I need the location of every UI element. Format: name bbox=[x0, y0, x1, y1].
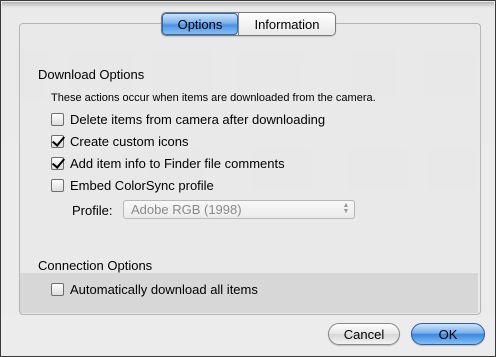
create-custom-icons-option[interactable]: Create custom icons bbox=[51, 133, 189, 149]
embed-colorsync-checkbox[interactable] bbox=[51, 178, 64, 192]
ok-button[interactable]: OK bbox=[411, 323, 485, 345]
profile-label: Profile: bbox=[72, 203, 113, 218]
updown-arrows-icon: ▲ ▼ bbox=[342, 202, 350, 215]
add-finder-comments-checkbox[interactable] bbox=[51, 156, 64, 170]
delete-after-download-option[interactable]: Delete items from camera after downloadi… bbox=[51, 111, 325, 127]
embed-colorsync-label: Embed ColorSync profile bbox=[70, 177, 214, 193]
tab-options[interactable]: Options bbox=[162, 13, 238, 35]
auto-download-checkbox[interactable] bbox=[51, 282, 64, 296]
cancel-button[interactable]: Cancel bbox=[328, 323, 400, 345]
add-finder-comments-option[interactable]: Add item info to Finder file comments bbox=[51, 155, 285, 171]
delete-after-download-checkbox[interactable] bbox=[51, 112, 64, 126]
create-custom-icons-label: Create custom icons bbox=[70, 133, 189, 149]
auto-download-label: Automatically download all items bbox=[70, 281, 258, 297]
auto-download-option[interactable]: Automatically download all items bbox=[51, 281, 258, 297]
embed-colorsync-option[interactable]: Embed ColorSync profile bbox=[51, 177, 214, 193]
sheet-top-shadow bbox=[2, 2, 494, 8]
tab-bar: Options Information bbox=[161, 12, 336, 36]
options-sheet: Options Information Download Options The… bbox=[0, 0, 496, 357]
add-finder-comments-label: Add item info to Finder file comments bbox=[70, 155, 285, 171]
connection-options-title: Connection Options bbox=[38, 258, 153, 273]
profile-popup-value: Adobe RGB (1998) bbox=[131, 202, 242, 217]
profile-popup[interactable]: Adobe RGB (1998) ▲ ▼ bbox=[123, 200, 355, 219]
download-options-title: Download Options bbox=[38, 67, 145, 82]
tab-information[interactable]: Information bbox=[238, 13, 335, 35]
download-options-note: These actions occur when items are downl… bbox=[51, 92, 376, 104]
create-custom-icons-checkbox[interactable] bbox=[51, 134, 64, 148]
delete-after-download-label: Delete items from camera after downloadi… bbox=[70, 111, 326, 127]
